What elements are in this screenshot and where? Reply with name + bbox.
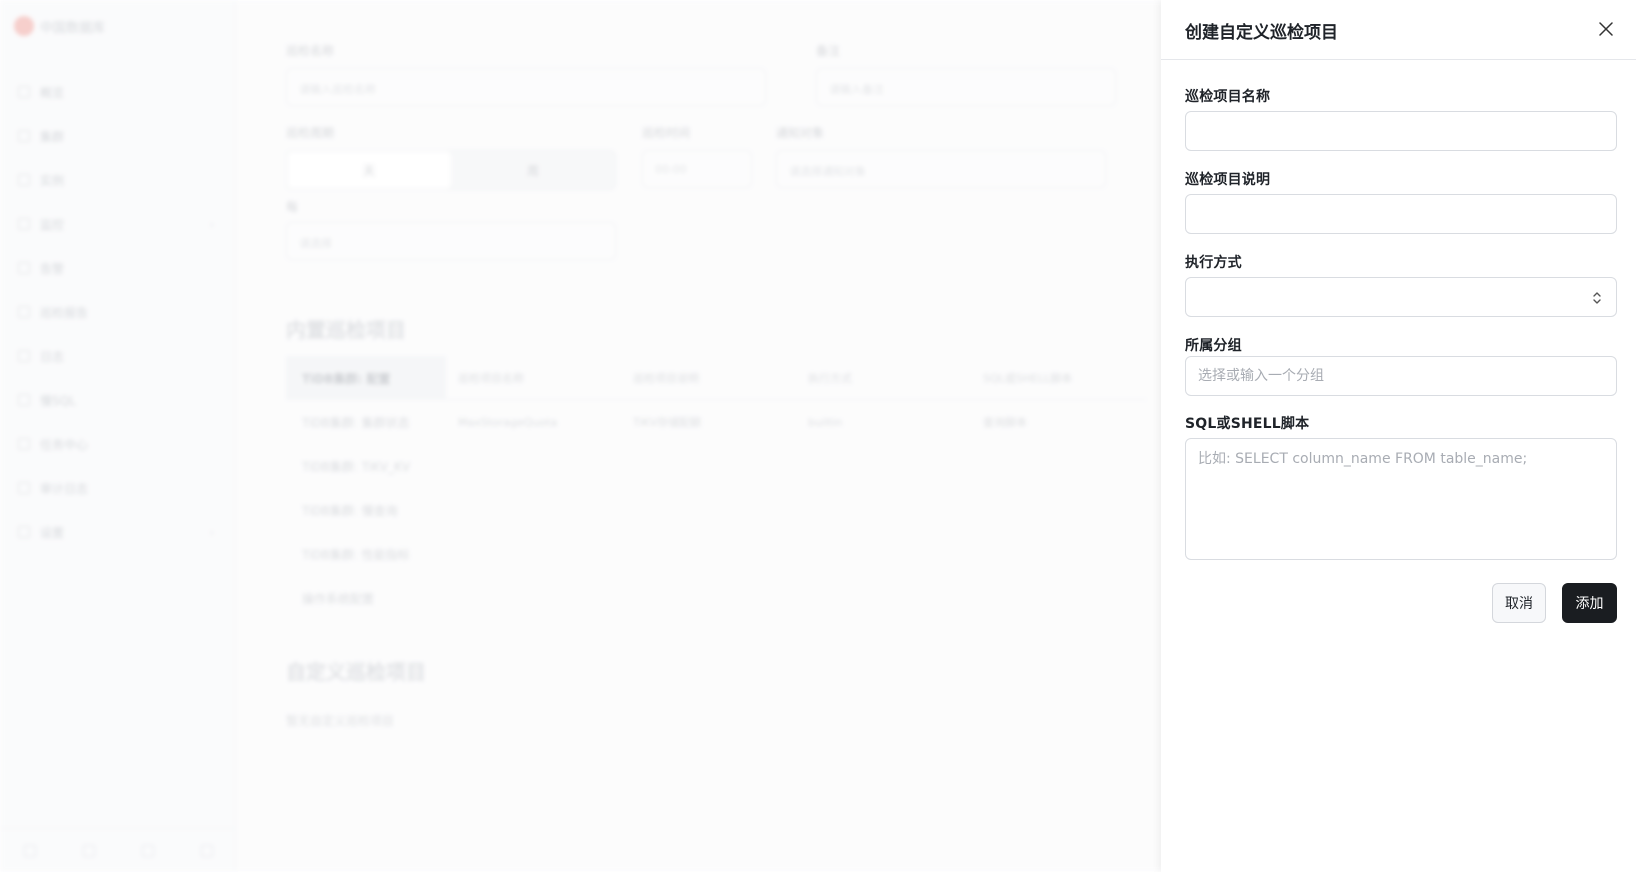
table-cell: 查询脚本 [983, 416, 1027, 429]
close-button[interactable] [1596, 19, 1616, 39]
sidebar-item[interactable]: 概览 [0, 70, 236, 114]
sidebar-item[interactable]: 监控 › [0, 202, 236, 246]
nav-icon [18, 350, 30, 362]
remark-input[interactable]: 请输入备注 [816, 68, 1116, 106]
logo-icon [14, 16, 34, 36]
field-label: 通知对象 [776, 126, 825, 140]
sidebar: 中国数据库 概览 集群 实例 监控 › 告警 巡检报告 日志 慢SQL 任务中心 … [0, 0, 236, 872]
section-title: 内置巡检项目 [286, 318, 406, 342]
field-label: 每 [286, 200, 299, 214]
group-item[interactable]: TiDB集群: TiKV_KV [286, 444, 446, 488]
field-label: 巡检时间 [642, 126, 691, 140]
nav-icon [18, 130, 30, 142]
chevron-up-down-icon [1593, 292, 1601, 304]
sidebar-item[interactable]: 巡检报告 [0, 290, 236, 334]
sidebar-item[interactable]: 实例 [0, 158, 236, 202]
desc-field[interactable] [1185, 194, 1617, 234]
nav-icon [18, 394, 30, 406]
footer-icon[interactable] [23, 844, 36, 857]
sidebar-item[interactable]: 慢SQL [0, 378, 236, 422]
column-header: 巡检项目名称 [458, 371, 524, 385]
sidebar-item[interactable]: 设置 › [0, 510, 236, 554]
create-inspection-drawer: 创建自定义巡检项目 巡检项目名称 巡检项目说明 执行方式 所属分组 SQL或SH… [1161, 0, 1636, 872]
notify-select[interactable]: 请选择通知对象 [776, 150, 1106, 188]
field-label: 巡检名称 [286, 44, 335, 58]
sidebar-item[interactable]: 任务中心 [0, 422, 236, 466]
name-label: 巡检项目名称 [1185, 89, 1271, 105]
group-item[interactable]: TiDB集群: 慢查询 [286, 488, 446, 532]
table-cell: builtin [808, 415, 843, 429]
brand-name: 中国数据库 [40, 20, 106, 36]
field-label: 备注 [816, 44, 841, 58]
group-item[interactable]: TiDB集群: 配置 [286, 356, 446, 400]
sidebar-item[interactable]: 集群 [0, 114, 236, 158]
sidebar-item[interactable]: 审计日志 [0, 466, 236, 510]
nav-icon [18, 174, 30, 186]
section-title: 自定义巡检项目 [286, 660, 426, 684]
script-textarea[interactable] [1185, 438, 1617, 560]
exec-label: 执行方式 [1185, 255, 1242, 271]
group-item[interactable]: TiDB集群: 集群状态 [286, 400, 446, 444]
footer-icon[interactable] [200, 844, 213, 857]
column-header: 执行方式 [808, 371, 852, 385]
name-field[interactable] [1185, 111, 1617, 151]
chevron-right-icon: › [209, 217, 214, 231]
nav-icon [18, 262, 30, 274]
drawer-header: 创建自定义巡检项目 [1161, 0, 1636, 60]
group-list: TiDB集群: 配置 TiDB集群: 集群状态 TiDB集群: TiKV_KV … [286, 356, 446, 620]
cycle-segmented[interactable]: 天 周 [286, 150, 616, 190]
nav-icon [18, 526, 30, 538]
nav-icon [18, 438, 30, 450]
close-icon [1599, 22, 1613, 36]
column-header: 巡检项目说明 [633, 371, 699, 385]
nav-icon [18, 482, 30, 494]
empty-text: 暂无自定义巡检项目 [286, 714, 395, 728]
nav-icon [18, 86, 30, 98]
sidebar-footer [0, 828, 236, 872]
sidebar-item[interactable]: 日志 [0, 334, 236, 378]
seg-option[interactable]: 天 [287, 151, 451, 189]
add-button[interactable]: 添加 [1562, 583, 1617, 623]
time-input[interactable]: 00:00 [642, 150, 752, 188]
field-label: 巡检周期 [286, 126, 335, 140]
name-input[interactable]: 请输入巡检名称 [286, 68, 766, 106]
column-header: SQL或SHELL脚本 [983, 371, 1073, 385]
table-header: 巡检项目名称 巡检项目说明 执行方式 SQL或SHELL脚本 [446, 356, 1146, 400]
nav-icon [18, 306, 30, 318]
group-combobox[interactable] [1185, 356, 1617, 396]
builtin-table: TiDB集群: 配置 TiDB集群: 集群状态 TiDB集群: TiKV_KV … [286, 356, 1146, 616]
script-label: SQL或SHELL脚本 [1185, 416, 1310, 432]
group-item[interactable]: 操作系统配置 [286, 576, 446, 620]
table-cell: MaxStorageQuota [458, 415, 558, 429]
desc-label: 巡检项目说明 [1185, 172, 1271, 188]
group-item[interactable]: TiDB集群: 性能指标 [286, 532, 446, 576]
table-row: MaxStorageQuota TiKV存储配额 builtin 查询脚本 [446, 400, 1146, 444]
nav-icon [18, 218, 30, 230]
drawer-title: 创建自定义巡检项目 [1185, 23, 1338, 43]
group-label: 所属分组 [1185, 338, 1242, 354]
footer-icon[interactable] [141, 844, 154, 857]
brand-logo: 中国数据库 [14, 16, 105, 36]
chevron-right-icon: › [209, 525, 214, 539]
seg-option[interactable]: 周 [451, 151, 615, 189]
footer-icon[interactable] [82, 844, 95, 857]
exec-select[interactable] [1185, 277, 1617, 317]
cancel-button[interactable]: 取消 [1492, 583, 1546, 623]
table-cell: TiKV存储配额 [633, 416, 702, 429]
day-select[interactable]: 请选择 [286, 222, 616, 260]
sidebar-nav: 概览 集群 实例 监控 › 告警 巡检报告 日志 慢SQL 任务中心 审计日志 设… [0, 70, 236, 554]
sidebar-item[interactable]: 告警 [0, 246, 236, 290]
